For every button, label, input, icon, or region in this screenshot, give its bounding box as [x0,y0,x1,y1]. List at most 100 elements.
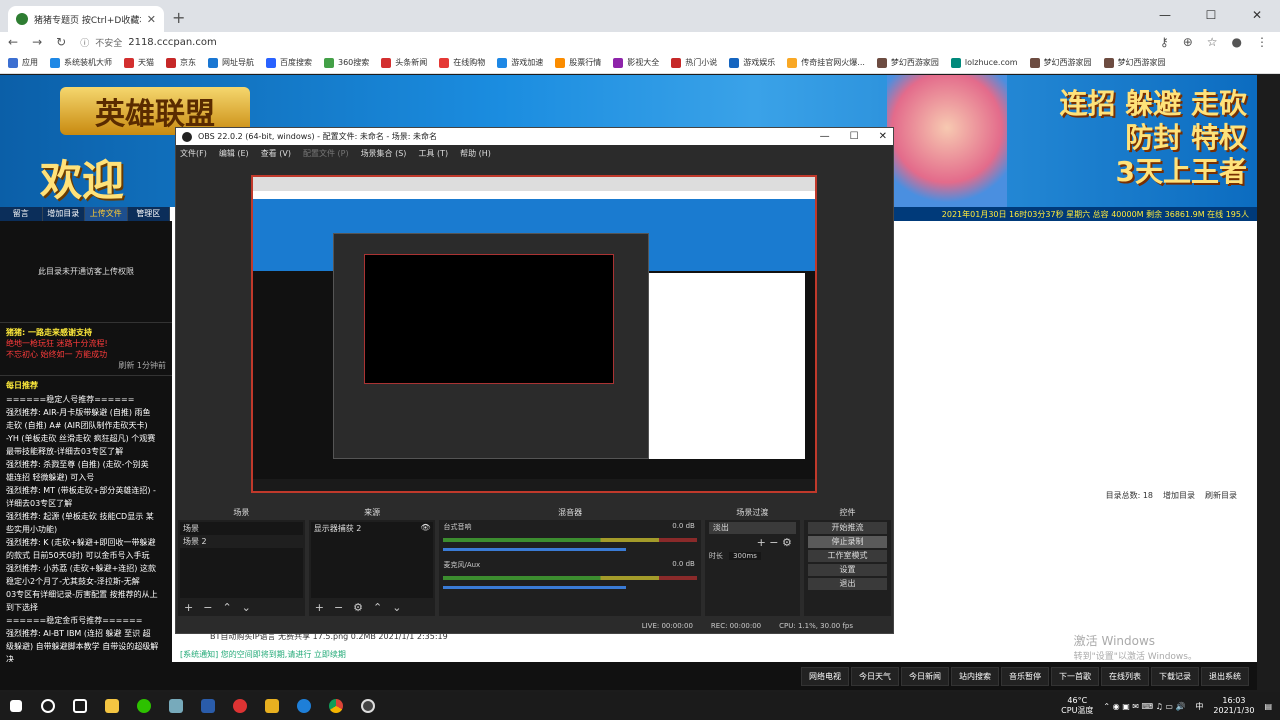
move-down-icon[interactable]: ⌄ [242,601,251,614]
star-icon[interactable]: ☆ [1207,35,1218,49]
netease-music-icon[interactable] [224,692,256,720]
zoom-icon[interactable]: ⊕ [1183,35,1193,49]
obs-preview[interactable] [251,175,817,493]
bookmark-item[interactable]: 股票行情 [555,57,601,68]
add-dir-link[interactable]: 增加目录 [1163,490,1195,501]
bookmark-item[interactable]: 热门小说 [671,57,717,68]
footer-button[interactable]: 音乐暂停 [1001,666,1049,686]
start-icon[interactable] [0,692,32,720]
obs-minimize-icon[interactable]: — [820,131,830,142]
profile-icon[interactable]: ● [1232,35,1242,49]
reload-icon[interactable]: ↻ [56,35,66,49]
maximize-icon[interactable]: ☐ [1188,0,1234,30]
cpu-temp[interactable]: 46°C CPU温度 [1061,696,1093,716]
menu-view[interactable]: 查看 (V) [261,148,291,159]
edge-icon[interactable] [288,692,320,720]
nav-upload[interactable]: 上传文件 [85,207,128,221]
bookmark-item[interactable]: 在线购物 [439,57,485,68]
close-tab-icon[interactable]: ✕ [147,13,156,26]
wechat-icon[interactable] [128,692,160,720]
menu-edit[interactable]: 编辑 (E) [219,148,249,159]
start-streaming-button[interactable]: 开始推流 [807,522,888,534]
stop-recording-button[interactable]: 停止录制 [807,536,888,548]
key-icon[interactable]: ⚷ [1160,35,1169,49]
gear-icon[interactable]: ⚙ [353,601,363,614]
forward-icon[interactable]: → [32,35,42,49]
add-icon[interactable]: + [757,536,766,549]
obs-maximize-icon[interactable]: ☐ [850,131,859,142]
task-view-icon[interactable] [64,692,96,720]
footer-button[interactable]: 下载记录 [1151,666,1199,686]
menu-icon[interactable]: ⋮ [1256,35,1268,49]
bookmark-item[interactable]: 梦幻西游家园 [1103,57,1166,68]
bookmark-item[interactable]: 头条新闻 [381,57,427,68]
footer-button[interactable]: 退出系统 [1201,666,1249,686]
move-up-icon[interactable]: ⌃ [222,601,231,614]
remove-icon[interactable]: − [334,601,343,614]
move-up-icon[interactable]: ⌃ [373,601,382,614]
url-input[interactable]: ⓘ 不安全 2118.cccpan.com [80,33,1146,51]
bookmark-item[interactable]: 游戏娱乐 [729,57,775,68]
nav-message[interactable]: 留言 [0,207,43,221]
bookmark-item[interactable]: 360搜索 [324,57,369,68]
app-icon[interactable] [192,692,224,720]
nav-admin[interactable]: 管理区 [128,207,170,221]
bookmark-item[interactable]: 网址导航 [208,57,254,68]
remove-icon[interactable]: − [769,536,778,549]
bookmark-item[interactable]: 应用 [8,57,38,68]
menu-help[interactable]: 帮助 (H) [460,148,491,159]
bookmark-item[interactable]: 传奇挂官网火爆... [787,57,865,68]
footer-button[interactable]: 今日新闻 [901,666,949,686]
remove-icon[interactable]: − [203,601,212,614]
footer-button[interactable]: 站内搜索 [951,666,999,686]
chrome-icon[interactable] [320,692,352,720]
refresh-dir-link[interactable]: 刷新目录 [1205,490,1237,501]
volume-slider[interactable] [443,548,626,551]
footer-button[interactable]: 今日天气 [851,666,899,686]
bookmark-item[interactable]: lolzhuce.com [950,57,1018,68]
bookmark-item[interactable]: 影视大全 [613,57,659,68]
transition-select[interactable]: 淡出 [708,522,796,534]
scene-item[interactable]: 场景 2 [180,535,303,548]
notification-icon[interactable]: ▤ [1264,702,1272,711]
browser-tab[interactable]: 猪猪专题页 按Ctrl+D收藏本站 ✕ [8,6,164,32]
search-icon[interactable] [32,692,64,720]
gear-icon[interactable]: ⚙ [782,536,792,549]
duration-input[interactable]: 300ms [729,552,761,560]
ime-indicator[interactable]: 中 [1195,701,1203,712]
add-icon[interactable]: + [184,601,193,614]
menu-file[interactable]: 文件(F) [180,148,207,159]
bookmark-item[interactable]: 京东 [166,57,196,68]
obs-close-icon[interactable]: ✕ [879,131,887,142]
studio-mode-button[interactable]: 工作室模式 [807,550,888,562]
app-icon[interactable] [256,692,288,720]
settings-button[interactable]: 设置 [807,564,888,576]
bookmark-item[interactable]: 游戏加速 [497,57,543,68]
scene-item[interactable]: 场景 [180,522,303,535]
menu-profile[interactable]: 配置文件 (P) [303,148,349,159]
nav-add-dir[interactable]: 增加目录 [43,207,85,221]
volume-slider[interactable] [443,586,626,589]
minimize-icon[interactable]: — [1142,0,1188,30]
bookmark-item[interactable]: 梦幻西游家园 [1029,57,1092,68]
menu-tools[interactable]: 工具 (T) [418,148,448,159]
source-item[interactable]: 显示器捕获 2 👁 [311,522,434,535]
new-tab-icon[interactable]: + [172,8,185,27]
app-icon[interactable] [160,692,192,720]
footer-button[interactable]: 在线列表 [1101,666,1149,686]
footer-button[interactable]: 网络电视 [801,666,849,686]
bookmark-item[interactable]: 天猫 [124,57,154,68]
move-down-icon[interactable]: ⌄ [392,601,401,614]
menu-scene-collection[interactable]: 场景集合 (S) [361,148,407,159]
clock[interactable]: 16:03 2021/1/30 [1213,696,1254,716]
bookmark-item[interactable]: 系统装机大师 [50,57,112,68]
file-explorer-icon[interactable] [96,692,128,720]
footer-button[interactable]: 下一首歌 [1051,666,1099,686]
back-icon[interactable]: ← [8,35,18,49]
eye-icon[interactable]: 👁 [420,523,430,532]
bookmark-item[interactable]: 百度搜索 [266,57,312,68]
tray-icons[interactable]: ⌃ ◉ ▣ ✉ ⌨ ♫ ▭ 🔊 [1103,702,1185,711]
not-secure-icon[interactable]: ⓘ [80,36,89,49]
bookmark-item[interactable]: 梦幻西游家园 [876,57,939,68]
obs-icon[interactable] [352,692,384,720]
